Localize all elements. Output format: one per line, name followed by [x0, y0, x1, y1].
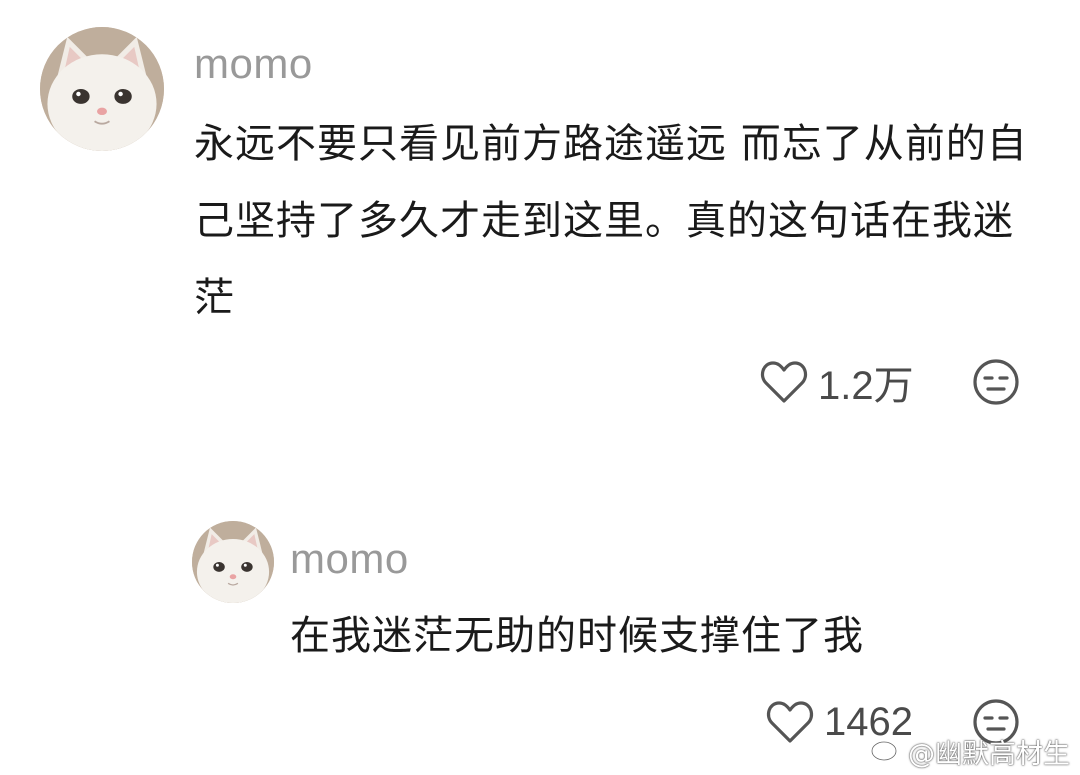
cat-avatar-icon[interactable]: [40, 27, 164, 151]
cat-avatar-icon[interactable]: [192, 521, 274, 603]
like-count: 1.2万: [818, 364, 914, 408]
weibo-logo-icon: [870, 734, 904, 769]
like-button[interactable]: 1.2万: [760, 352, 914, 412]
meh-face-icon: [972, 358, 1020, 406]
comment-text: 永远不要只看见前方路途遥远 而忘了从前的自己坚持了多久才走到这里。真的这句话在我…: [194, 121, 1028, 321]
reply-text: 在我迷茫无助的时候支撑住了我: [290, 613, 864, 659]
watermark: @幽默高材生: [870, 732, 1070, 771]
watermark-text: @幽默高材生: [908, 739, 1070, 770]
heart-icon: [760, 359, 808, 405]
dislike-button[interactable]: [972, 358, 1020, 406]
heart-icon: [766, 699, 814, 745]
reply-username[interactable]: momo: [290, 535, 409, 583]
comment-username[interactable]: momo: [194, 40, 313, 88]
